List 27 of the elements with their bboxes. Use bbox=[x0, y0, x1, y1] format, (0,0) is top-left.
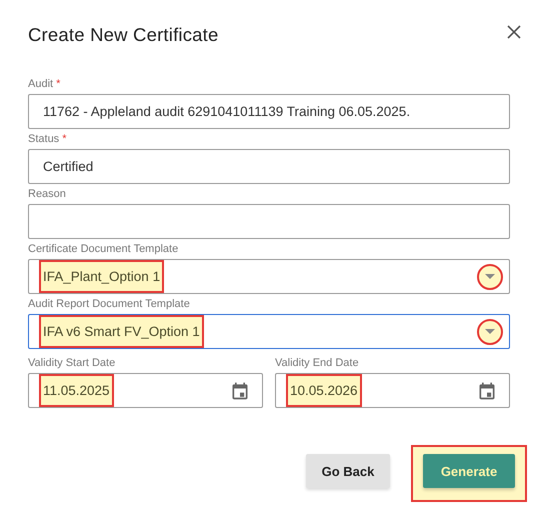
field-label: Validity Start Date bbox=[28, 357, 116, 369]
field-label: Validity End Date bbox=[275, 357, 359, 369]
field-value: 11762 - Appleland audit 6291041011139 Training 06.05.2025. bbox=[42, 103, 412, 121]
field-value: Certified bbox=[42, 158, 94, 176]
date-field[interactable]: 11.05.2025 bbox=[28, 373, 263, 408]
field-value: IFA_Plant_Option 1 bbox=[39, 260, 164, 293]
back-button[interactable]: Go Back bbox=[306, 454, 390, 488]
field-label: Reason bbox=[28, 188, 66, 200]
required-mark: * bbox=[56, 78, 60, 90]
dialog-title: Create New Certificate bbox=[28, 24, 218, 46]
field-value: IFA v6 Smart FV_Option 1 bbox=[39, 315, 204, 348]
close-icon[interactable] bbox=[506, 24, 522, 40]
field-label: Certificate Document Template bbox=[28, 243, 178, 255]
input-field[interactable] bbox=[28, 204, 510, 239]
select-field[interactable]: IFA v6 Smart FV_Option 1 bbox=[28, 314, 510, 349]
field-value: 11.05.2025 bbox=[39, 374, 114, 407]
field-label: Status bbox=[28, 133, 60, 145]
calendar-icon[interactable] bbox=[230, 380, 250, 400]
field-label: Audit Report Document Template bbox=[28, 298, 190, 310]
field-label: Audit bbox=[28, 78, 54, 90]
calendar-icon[interactable] bbox=[477, 380, 497, 400]
input-field[interactable]: 11762 - Appleland audit 6291041011139 Training 06.05.2025. bbox=[28, 94, 510, 129]
select-field[interactable]: IFA_Plant_Option 1 bbox=[28, 259, 510, 294]
field-value: 10.05.2026 bbox=[286, 374, 362, 407]
input-field[interactable]: Certified bbox=[28, 149, 510, 184]
required-mark: * bbox=[62, 133, 66, 145]
date-field[interactable]: 10.05.2026 bbox=[275, 373, 510, 408]
